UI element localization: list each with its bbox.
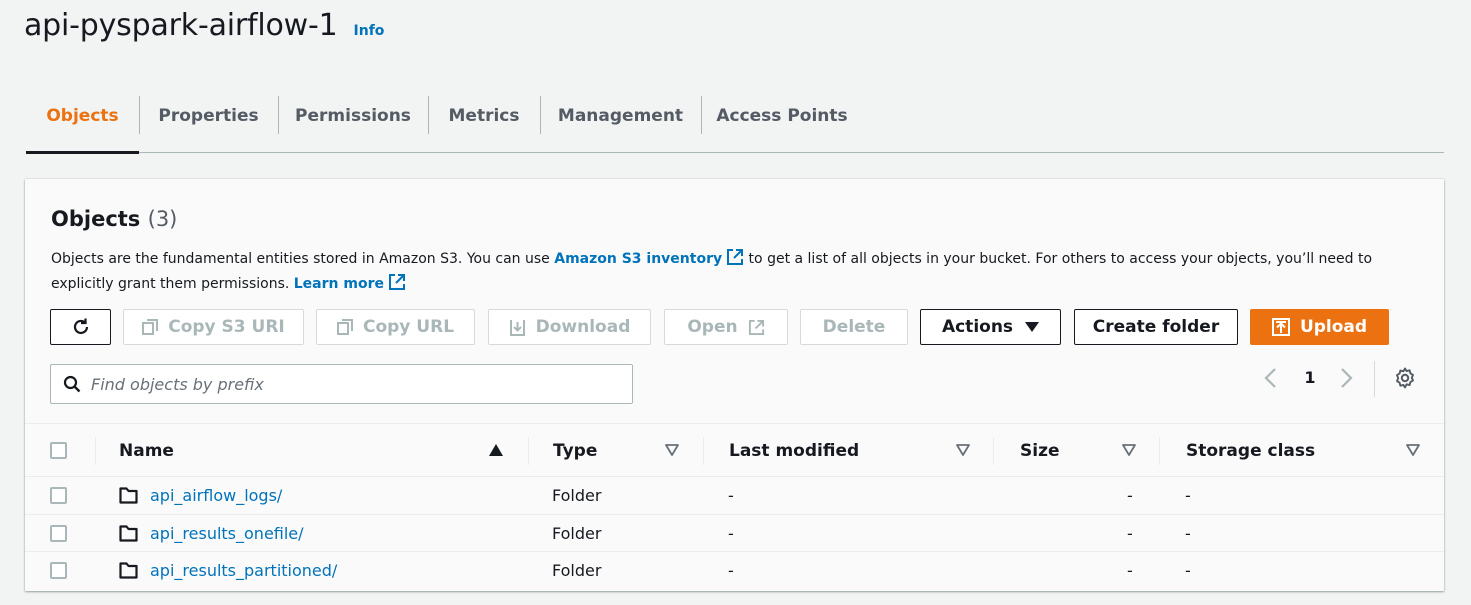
folder-icon bbox=[119, 524, 138, 542]
column-header-size[interactable]: Size bbox=[1020, 424, 1060, 477]
objects-count: (3) bbox=[147, 207, 178, 231]
tab-access-points[interactable]: Access Points bbox=[701, 80, 863, 152]
current-page-number[interactable]: 1 bbox=[1303, 367, 1317, 389]
download-button[interactable]: Download bbox=[488, 309, 651, 345]
s3-inventory-link[interactable]: Amazon S3 inventory bbox=[554, 249, 744, 267]
description-text-1: Objects are the fundamental entities sto… bbox=[51, 251, 555, 267]
folder-icon bbox=[119, 562, 138, 579]
sort-icon[interactable] bbox=[956, 444, 970, 456]
column-header-last-modified[interactable]: Last modified bbox=[729, 424, 859, 477]
column-divider bbox=[1159, 437, 1160, 465]
caret-down-icon bbox=[1025, 322, 1040, 332]
search-input[interactable] bbox=[91, 374, 611, 394]
copy-s3-uri-button[interactable]: Copy S3 URI bbox=[123, 309, 304, 345]
tab-bar: Objects Properties Permissions Metrics M… bbox=[26, 80, 1444, 154]
delete-label: Delete bbox=[822, 317, 886, 337]
actions-label: Actions bbox=[941, 317, 1014, 337]
objects-description: Objects are the fundamental entities sto… bbox=[51, 247, 1411, 297]
sort-icon[interactable] bbox=[1122, 444, 1136, 456]
object-storage-class: - bbox=[1185, 486, 1191, 505]
next-page-icon[interactable] bbox=[1338, 367, 1354, 389]
page-header: api-pyspark-airflow-1 Info bbox=[24, 8, 384, 52]
actions-dropdown[interactable]: Actions bbox=[920, 309, 1061, 345]
info-link[interactable]: Info bbox=[354, 23, 385, 39]
object-name-link[interactable]: api_airflow_logs/ bbox=[150, 477, 282, 514]
copy-s3-uri-label: Copy S3 URI bbox=[168, 317, 285, 337]
open-button[interactable]: Open bbox=[664, 309, 788, 345]
column-divider bbox=[703, 437, 704, 465]
learn-more-link[interactable]: Learn more bbox=[293, 274, 406, 292]
object-size: - bbox=[1127, 561, 1133, 580]
external-link-icon bbox=[388, 274, 405, 290]
folder-icon bbox=[119, 487, 138, 504]
select-all-checkbox[interactable] bbox=[50, 442, 67, 459]
object-size: - bbox=[1127, 486, 1133, 505]
refresh-button[interactable] bbox=[50, 309, 111, 345]
open-label: Open bbox=[687, 317, 738, 337]
delete-button[interactable]: Delete bbox=[800, 309, 908, 345]
column-divider bbox=[95, 437, 96, 465]
object-last-modified: - bbox=[728, 561, 734, 580]
sort-ascending-icon[interactable] bbox=[489, 444, 503, 456]
table-row[interactable]: api_airflow_logs/ Folder - - - bbox=[25, 477, 1444, 515]
column-header-storage-class[interactable]: Storage class bbox=[1186, 424, 1315, 477]
object-type: Folder bbox=[552, 486, 602, 505]
s3-inventory-link-label: Amazon S3 inventory bbox=[554, 251, 723, 267]
table-row[interactable]: api_results_onefile/ Folder - - - bbox=[25, 515, 1444, 552]
upload-icon bbox=[1271, 318, 1290, 336]
objects-heading: Objects (3) bbox=[51, 207, 177, 231]
tab-permissions[interactable]: Permissions bbox=[278, 80, 428, 152]
external-link-icon bbox=[748, 319, 764, 335]
copy-url-button[interactable]: Copy URL bbox=[316, 309, 475, 345]
previous-page-icon[interactable] bbox=[1263, 367, 1279, 389]
table-row[interactable]: api_results_partitioned/ Folder - - - bbox=[25, 552, 1444, 590]
objects-panel: Objects (3) Objects are the fundamental … bbox=[25, 179, 1444, 591]
learn-more-label: Learn more bbox=[293, 276, 384, 292]
column-divider bbox=[528, 437, 529, 465]
table-header: Name Type Last modified Size Storage cla… bbox=[25, 423, 1444, 477]
tab-objects[interactable]: Objects bbox=[26, 80, 139, 154]
page-title: api-pyspark-airflow-1 bbox=[24, 8, 338, 43]
external-link-icon bbox=[727, 249, 744, 265]
upload-label: Upload bbox=[1299, 317, 1368, 337]
gear-icon[interactable] bbox=[1394, 367, 1416, 389]
column-header-name[interactable]: Name bbox=[119, 424, 174, 477]
column-header-type[interactable]: Type bbox=[553, 424, 597, 477]
object-last-modified: - bbox=[728, 486, 734, 505]
row-checkbox[interactable] bbox=[50, 487, 67, 504]
object-last-modified: - bbox=[728, 523, 734, 543]
tab-management[interactable]: Management bbox=[540, 80, 701, 152]
search-icon bbox=[63, 375, 81, 393]
upload-button[interactable]: Upload bbox=[1250, 309, 1389, 345]
objects-heading-title: Objects bbox=[51, 207, 141, 231]
refresh-icon bbox=[73, 318, 88, 334]
search-box bbox=[50, 364, 633, 404]
download-icon bbox=[509, 319, 525, 336]
tab-properties[interactable]: Properties bbox=[139, 80, 278, 152]
object-type: Folder bbox=[552, 561, 602, 580]
object-storage-class: - bbox=[1185, 523, 1191, 543]
create-folder-button[interactable]: Create folder bbox=[1074, 309, 1238, 345]
tab-metrics[interactable]: Metrics bbox=[428, 80, 540, 152]
create-folder-label: Create folder bbox=[1092, 317, 1220, 337]
object-storage-class: - bbox=[1185, 561, 1191, 580]
object-name-link[interactable]: api_results_onefile/ bbox=[150, 515, 304, 552]
download-label: Download bbox=[535, 317, 631, 337]
row-checkbox[interactable] bbox=[50, 524, 67, 542]
sort-icon[interactable] bbox=[665, 444, 679, 456]
object-size: - bbox=[1127, 523, 1133, 543]
row-checkbox[interactable] bbox=[50, 562, 67, 579]
objects-table: Name Type Last modified Size Storage cla… bbox=[25, 423, 1444, 590]
copy-icon bbox=[142, 319, 159, 335]
column-divider bbox=[993, 437, 994, 465]
copy-icon bbox=[336, 319, 353, 335]
object-name-link[interactable]: api_results_partitioned/ bbox=[150, 552, 337, 589]
copy-url-label: Copy URL bbox=[362, 317, 455, 337]
sort-icon[interactable] bbox=[1406, 444, 1420, 456]
object-type: Folder bbox=[552, 523, 602, 543]
pager-divider bbox=[1374, 361, 1375, 397]
